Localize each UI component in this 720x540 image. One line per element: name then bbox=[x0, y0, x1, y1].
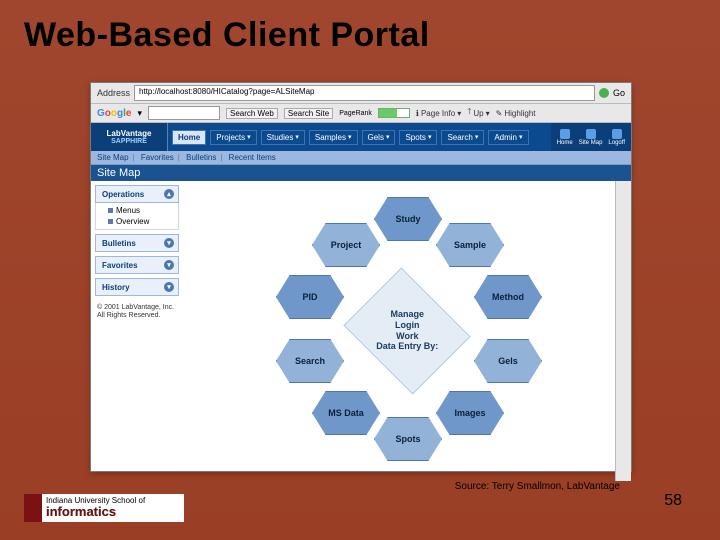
google-search-input[interactable] bbox=[148, 106, 220, 120]
sidebar-sub-menus[interactable]: Menus bbox=[108, 205, 174, 216]
chevron-down-icon: ▾ bbox=[348, 133, 352, 141]
sidebar-item-favorites[interactable]: Favorites ▾ bbox=[95, 256, 179, 274]
source-credit: Source: Terry Smallmon, LabVantage bbox=[455, 481, 620, 492]
center-line1: Manage bbox=[376, 309, 438, 320]
subnav-bar: Site Map| Favorites| Bulletins| Recent I… bbox=[91, 151, 631, 165]
tab-home[interactable]: Home bbox=[172, 130, 206, 145]
logoff-icon[interactable]: Logoff bbox=[608, 129, 625, 146]
chevron-down-icon: ▾ bbox=[428, 133, 432, 141]
slide-title: Web-Based Client Portal bbox=[0, 0, 720, 55]
center-line4: Data Entry By: bbox=[376, 342, 438, 353]
pagerank-meter bbox=[378, 108, 410, 118]
chevron-down-icon: ▾ bbox=[386, 133, 390, 141]
browser-screenshot: Address http://localhost:8080/HICatalog?… bbox=[90, 82, 632, 472]
petal-spots[interactable]: Spots bbox=[374, 417, 442, 461]
petal-search[interactable]: Search bbox=[276, 339, 344, 383]
address-label: Address bbox=[97, 88, 130, 98]
tab-gels[interactable]: Gels▾ bbox=[362, 130, 396, 145]
tab-spots[interactable]: Spots▾ bbox=[399, 130, 437, 145]
brand-logo: LabVantage SAPPHIRE bbox=[91, 123, 168, 151]
center-line2: Login bbox=[376, 320, 438, 331]
nav-tabs: Home Projects▾ Studies▾ Samples▾ Gels▾ S… bbox=[168, 123, 551, 151]
content-area: Operations ▴ Menus Overview Bulletins ▾ … bbox=[91, 181, 631, 481]
up-link[interactable]: 🡑 Up ▾ bbox=[467, 106, 489, 120]
footer-university-logo: Indiana University School of informatics bbox=[24, 494, 184, 522]
subnav-bulletins[interactable]: Bulletins bbox=[186, 153, 216, 162]
brand-line1: LabVantage bbox=[107, 129, 152, 138]
subnav-sitemap[interactable]: Site Map bbox=[97, 153, 129, 162]
diagram-area: Manage Login Work Data Entry By: Study S… bbox=[183, 181, 631, 481]
petal-gels[interactable]: Gels bbox=[474, 339, 542, 383]
chevron-down-icon: ▾ bbox=[475, 133, 479, 141]
slide-number: 58 bbox=[664, 492, 682, 510]
logo-line2: informatics bbox=[46, 505, 145, 519]
chevron-down-icon: ▾ bbox=[519, 133, 523, 141]
expand-icon[interactable]: ▾ bbox=[164, 260, 174, 270]
highlight-link[interactable]: ✎ Highlight bbox=[496, 109, 536, 118]
vertical-scrollbar[interactable] bbox=[615, 181, 631, 481]
petal-images[interactable]: Images bbox=[436, 391, 504, 435]
brand-line2: SAPPHIRE bbox=[111, 138, 147, 145]
search-site-button[interactable]: Search Site bbox=[284, 108, 333, 119]
sidebar-item-operations[interactable]: Operations ▴ bbox=[95, 185, 179, 203]
sidebar-item-history[interactable]: History ▾ bbox=[95, 278, 179, 296]
address-input[interactable]: http://localhost:8080/HICatalog?page=ALS… bbox=[134, 85, 595, 101]
petal-sample[interactable]: Sample bbox=[436, 223, 504, 267]
sidebar-item-bulletins[interactable]: Bulletins ▾ bbox=[95, 234, 179, 252]
petal-pid[interactable]: PID bbox=[276, 275, 344, 319]
petal-study[interactable]: Study bbox=[374, 197, 442, 241]
chevron-down-icon: ▾ bbox=[247, 133, 251, 141]
subnav-favorites[interactable]: Favorites bbox=[141, 153, 174, 162]
app-header: LabVantage SAPPHIRE Home Projects▾ Studi… bbox=[91, 123, 631, 151]
chevron-down-icon: ▾ bbox=[295, 133, 299, 141]
expand-icon[interactable]: ▾ bbox=[164, 238, 174, 248]
copyright-text: © 2001 LabVantage, Inc. All Rights Reser… bbox=[95, 300, 179, 325]
search-web-button[interactable]: Search Web bbox=[226, 108, 278, 119]
sidebar-sub-operations: Menus Overview bbox=[95, 203, 179, 230]
go-label: Go bbox=[613, 88, 625, 98]
collapse-icon[interactable]: ▴ bbox=[164, 189, 174, 199]
tab-search[interactable]: Search▾ bbox=[441, 130, 484, 145]
sidebar-sub-overview[interactable]: Overview bbox=[108, 216, 174, 227]
center-line3: Work bbox=[376, 331, 438, 342]
subnav-recent[interactable]: Recent Items bbox=[229, 153, 276, 162]
page-info-link[interactable]: ℹ Page Info ▾ bbox=[416, 109, 461, 118]
google-logo-icon: Google bbox=[97, 108, 131, 119]
flower-center: Manage Login Work Data Entry By: bbox=[343, 267, 470, 394]
expand-icon[interactable]: ▾ bbox=[164, 282, 174, 292]
go-icon[interactable] bbox=[599, 88, 609, 98]
header-right-icons: Home Site Map Logoff bbox=[551, 123, 631, 151]
toolbar-chevron-icon[interactable]: ▾ bbox=[137, 108, 142, 119]
sidebar: Operations ▴ Menus Overview Bulletins ▾ … bbox=[91, 181, 183, 481]
logo-redbar-icon bbox=[24, 494, 42, 522]
address-bar-row: Address http://localhost:8080/HICatalog?… bbox=[91, 83, 631, 104]
pagerank-label: PageRank bbox=[339, 110, 372, 117]
petal-method[interactable]: Method bbox=[474, 275, 542, 319]
petal-project[interactable]: Project bbox=[312, 223, 380, 267]
google-toolbar: Google ▾ Search Web Search Site PageRank… bbox=[91, 104, 631, 123]
page-title: Site Map bbox=[91, 165, 631, 181]
tab-samples[interactable]: Samples▾ bbox=[309, 130, 358, 145]
sitemap-flower: Manage Login Work Data Entry By: Study S… bbox=[272, 201, 542, 461]
tab-projects[interactable]: Projects▾ bbox=[210, 130, 256, 145]
sitemap-icon[interactable]: Site Map bbox=[579, 129, 603, 146]
home-icon[interactable]: Home bbox=[557, 129, 573, 146]
petal-msdata[interactable]: MS Data bbox=[312, 391, 380, 435]
tab-studies[interactable]: Studies▾ bbox=[261, 130, 305, 145]
tab-admin[interactable]: Admin▾ bbox=[488, 130, 528, 145]
